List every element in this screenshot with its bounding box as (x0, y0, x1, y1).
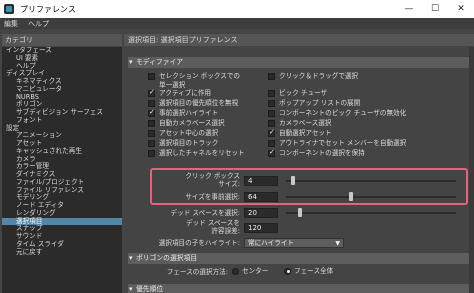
dead-space-tolerance-line2: 許容誤差: (211, 227, 240, 235)
face-select-whole-option[interactable]: フェース全体 (284, 267, 333, 276)
category-header: カテゴリ (2, 34, 122, 46)
dead-space-tolerance-label: デッド スペースを 許容誤差: (154, 219, 240, 235)
option-label: アセット中心の選択 (159, 129, 219, 137)
checkbox[interactable] (148, 150, 155, 157)
right-option-4[interactable]: カメラベース選択 (268, 119, 468, 128)
option-label: 選択項目のトラック (159, 139, 219, 147)
child-highlight-label: 選択項目の子をハイライト: (158, 239, 240, 247)
category-item[interactable]: 元に戻す (2, 248, 122, 257)
priority-section-header[interactable]: 優先順位 (128, 284, 474, 293)
settings-pane: モディファイア セレクション ボックスでの 単一選択アクティブに作用選択項目の優… (124, 47, 474, 293)
face-select-center-radio[interactable] (232, 267, 239, 275)
right-option-7[interactable]: コンポーネントの選択を保持 (268, 148, 468, 158)
option-label: 自動カメラベース選択 (159, 119, 225, 127)
dead-space-handle[interactable] (297, 208, 302, 217)
category-item[interactable]: フォント (2, 116, 122, 125)
child-highlight-value: 常にハイライト (248, 239, 295, 247)
dead-space-label: デッド スペースを選択: (170, 209, 240, 217)
option-label: カメラベース選択 (279, 119, 332, 127)
menu-edit[interactable]: 編集 (4, 19, 18, 29)
left-option-7[interactable]: 選択したチャネルをリセット (148, 149, 266, 158)
checkbox[interactable] (268, 100, 275, 107)
minimize-button[interactable]: — (396, 0, 422, 18)
left-option-1[interactable]: アクティブに作用 (148, 88, 266, 98)
scrollbar[interactable] (469, 47, 474, 293)
face-select-whole-label: フェース全体 (294, 267, 334, 275)
child-highlight-dropdown[interactable]: 常にハイライト ▼ (244, 238, 344, 248)
maximize-button[interactable]: ☐ (422, 0, 448, 18)
app-icon (4, 4, 14, 14)
annotation-highlight-box (150, 168, 468, 205)
option-label: クリック＆ドラッグで選択 (279, 72, 359, 80)
checkbox[interactable] (148, 100, 155, 107)
face-select-center-option[interactable]: センター (232, 267, 268, 276)
checkbox[interactable] (148, 140, 155, 147)
right-option-0[interactable]: クリック＆ドラッグで選択 (268, 72, 468, 81)
right-option-3[interactable]: コンポーネントのピック チューザの無効化 (268, 109, 468, 118)
option-label: 選択したチャネルをリセット (159, 149, 245, 157)
option-label: アクティブに作用 (159, 89, 212, 97)
checkbox[interactable] (268, 90, 275, 97)
left-option-5[interactable]: アセット中心の選択 (148, 129, 266, 138)
modifiers-section-header[interactable]: モディファイア (128, 57, 474, 68)
left-option-0[interactable]: セレクション ボックスでの 単一選択 (148, 72, 266, 89)
option-label: 自動選択アセット (279, 129, 332, 137)
checkbox[interactable] (268, 120, 275, 127)
face-select-center-label: センター (242, 267, 269, 275)
checkbox[interactable] (148, 108, 155, 117)
category-list[interactable]: インタフェース UI 要素 ヘルプ ディスプレイ キネマティクス マニピュレータ NURBS… (2, 47, 122, 293)
close-button[interactable]: ✕ (448, 0, 474, 18)
left-option-4[interactable]: 自動カメラベース選択 (148, 119, 266, 128)
checkbox[interactable] (148, 88, 155, 97)
option-label: 事前選択ハイライト (159, 109, 219, 117)
checkbox[interactable] (268, 128, 275, 137)
right-option-1[interactable]: ピック チューザ (268, 89, 468, 98)
checkbox[interactable] (148, 130, 155, 137)
menu-bar: 編集 ヘルプ (0, 18, 474, 29)
checkbox[interactable] (268, 73, 275, 80)
window-title: プリファレンス (20, 4, 76, 14)
left-option-2[interactable]: 選択項目の優先順位を無視 (148, 99, 266, 108)
polygon-section-header[interactable]: ポリゴンの選択項目 (128, 253, 474, 264)
chevron-down-icon: ▼ (335, 240, 340, 247)
right-option-6[interactable]: アウトライナでセット メンバーを自動選択 (268, 139, 468, 148)
checkbox[interactable] (268, 140, 275, 147)
checkbox[interactable] (268, 110, 275, 117)
option-label: コンポーネントのピック チューザの無効化 (279, 109, 407, 117)
pane-header: 選択項目: 選択項目プリファレンス (124, 34, 474, 46)
dead-space-tolerance-line1: デッド スペースを (185, 219, 240, 227)
option-label: ピック チューザ (279, 89, 328, 97)
option-label: セレクション ボックスでの 単一選択 (159, 72, 241, 89)
dead-space-field[interactable]: 20 (244, 208, 278, 218)
checkbox[interactable] (148, 120, 155, 127)
dead-space-tolerance-field[interactable]: 120 (244, 223, 278, 233)
checkbox[interactable] (268, 148, 275, 157)
option-label: ポップアップ リストの展開 (279, 99, 361, 107)
checkbox[interactable] (148, 73, 155, 80)
right-option-2[interactable]: ポップアップ リストの展開 (268, 99, 468, 108)
option-label: アウトライナでセット メンバーを自動選択 (279, 139, 407, 147)
option-label: コンポーネントの選択を保持 (279, 149, 365, 157)
left-option-6[interactable]: 選択項目のトラック (148, 139, 266, 148)
title-bar: プリファレンス — ☐ ✕ (0, 0, 474, 18)
menu-help[interactable]: ヘルプ (28, 19, 49, 29)
left-option-3[interactable]: 事前選択ハイライト (148, 108, 266, 118)
face-select-label: フェースの選択方法: (166, 268, 228, 276)
dead-space-slider[interactable] (286, 212, 456, 214)
face-select-whole-radio[interactable] (284, 267, 291, 275)
right-option-5[interactable]: 自動選択アセット (268, 128, 468, 138)
option-label: 選択項目の優先順位を無視 (159, 99, 239, 107)
